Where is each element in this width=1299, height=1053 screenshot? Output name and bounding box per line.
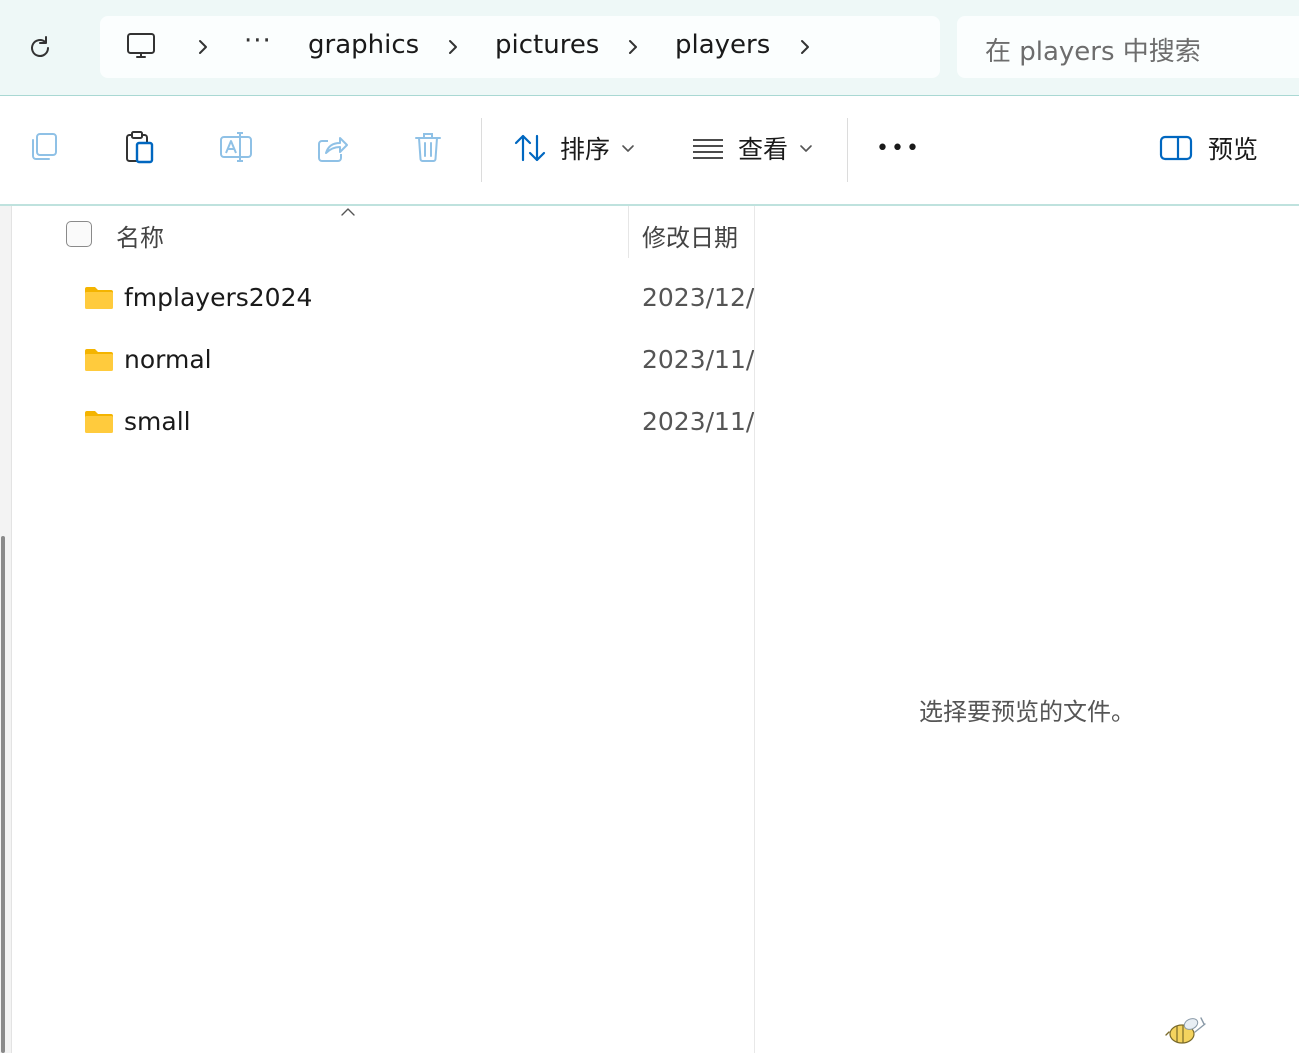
toolbar-separator bbox=[481, 118, 482, 182]
file-modified-date: 2023/11/2 bbox=[642, 345, 754, 374]
file-list: fmplayers2024 2023/12/1 normal 2023/11/2… bbox=[14, 268, 754, 454]
preview-label: 预览 bbox=[1208, 135, 1259, 164]
chevron-right-icon[interactable] bbox=[792, 34, 818, 60]
preview-pane-button[interactable]: 预览 bbox=[1158, 126, 1258, 170]
rename-icon[interactable] bbox=[218, 129, 254, 165]
folder-icon bbox=[85, 411, 113, 433]
this-pc-icon[interactable] bbox=[124, 30, 158, 64]
file-name: small bbox=[124, 407, 191, 436]
list-item[interactable]: small 2023/11/2 bbox=[14, 392, 754, 454]
address-bar-row: ··· graphics pictures players 在 players … bbox=[0, 0, 1299, 96]
toolbar-separator bbox=[847, 118, 848, 182]
chevron-right-icon[interactable] bbox=[440, 34, 466, 60]
breadcrumb-item-pictures[interactable]: pictures bbox=[495, 30, 599, 60]
file-explorer-window: ··· graphics pictures players 在 players … bbox=[0, 0, 1299, 1053]
list-view-icon bbox=[693, 139, 723, 159]
refresh-button[interactable] bbox=[20, 28, 60, 68]
folder-icon bbox=[85, 349, 113, 371]
copy-icon[interactable] bbox=[26, 129, 62, 165]
sort-label: 排序 bbox=[560, 135, 611, 164]
more-options-button[interactable]: ••• bbox=[876, 126, 921, 170]
sort-ascending-icon bbox=[341, 208, 355, 216]
view-label: 查看 bbox=[738, 135, 789, 164]
preview-pane-icon bbox=[1159, 135, 1193, 161]
more-icon: ••• bbox=[876, 135, 921, 161]
file-list-pane: 名称 修改日期 fmplayers2024 2023/12/1 normal 2… bbox=[14, 206, 754, 1053]
paste-icon[interactable] bbox=[122, 129, 158, 165]
preview-pane: 选择要预览的文件。 bbox=[755, 206, 1299, 1053]
breadcrumb[interactable]: ··· graphics pictures players bbox=[100, 16, 940, 78]
select-all-checkbox[interactable] bbox=[66, 221, 92, 247]
delete-icon[interactable] bbox=[410, 129, 446, 165]
file-name: normal bbox=[124, 345, 212, 374]
column-divider[interactable] bbox=[628, 206, 629, 258]
list-item[interactable]: fmplayers2024 2023/12/1 bbox=[14, 268, 754, 330]
refresh-icon bbox=[31, 36, 49, 57]
file-modified-date: 2023/11/2 bbox=[642, 407, 754, 436]
chevron-right-icon[interactable] bbox=[620, 34, 646, 60]
chevron-right-icon[interactable] bbox=[190, 34, 216, 60]
file-modified-date: 2023/12/1 bbox=[642, 283, 754, 312]
search-input[interactable]: 在 players 中搜索 bbox=[957, 16, 1299, 78]
sort-button[interactable]: 排序 bbox=[512, 126, 636, 170]
scrollbar[interactable] bbox=[1, 536, 5, 1053]
preview-empty-message: 选择要预览的文件。 bbox=[919, 698, 1135, 726]
folder-icon bbox=[85, 287, 113, 309]
breadcrumb-item-players[interactable]: players bbox=[675, 30, 770, 60]
column-header-row: 名称 修改日期 bbox=[14, 206, 754, 262]
column-header-modified[interactable]: 修改日期 bbox=[642, 218, 738, 253]
chevron-down-icon bbox=[800, 145, 812, 152]
breadcrumb-overflow[interactable]: ··· bbox=[244, 26, 272, 56]
column-header-name[interactable]: 名称 bbox=[116, 218, 164, 253]
chevron-down-icon bbox=[622, 145, 634, 152]
view-button[interactable]: 查看 bbox=[690, 126, 814, 170]
sort-icon bbox=[514, 134, 546, 162]
share-icon[interactable] bbox=[314, 129, 350, 165]
search-placeholder: 在 players 中搜索 bbox=[985, 37, 1201, 67]
navigation-pane-edge bbox=[0, 206, 12, 1053]
breadcrumb-item-graphics[interactable]: graphics bbox=[308, 30, 419, 60]
command-bar: 排序 查看 ••• 预览 bbox=[0, 96, 1299, 206]
bee-mascot-icon bbox=[1165, 1017, 1206, 1044]
file-name: fmplayers2024 bbox=[124, 283, 313, 312]
list-item[interactable]: normal 2023/11/2 bbox=[14, 330, 754, 392]
